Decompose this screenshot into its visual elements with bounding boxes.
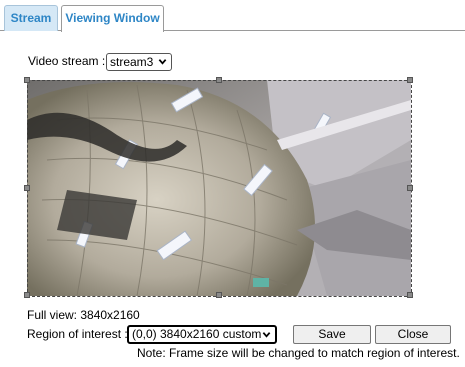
chevron-down-icon <box>262 332 271 338</box>
resize-handle-bottom-right[interactable] <box>407 292 413 298</box>
resize-handle-bottom-middle[interactable] <box>216 292 222 298</box>
viewing-window-page: Stream Viewing Window Video stream : str… <box>0 0 465 367</box>
resize-handle-top-middle[interactable] <box>216 77 222 83</box>
save-button[interactable]: Save <box>293 325 371 344</box>
frame-size-note: Note: Frame size will be changed to matc… <box>137 346 460 360</box>
region-of-interest-value: (0,0) 3840x2160 custom <box>132 327 262 341</box>
tab-bar: Stream Viewing Window <box>0 0 465 32</box>
resize-handle-middle-left[interactable] <box>24 185 30 191</box>
video-viewer[interactable] <box>24 77 413 298</box>
fisheye-video-frame <box>27 80 411 296</box>
resize-handle-bottom-left[interactable] <box>24 292 30 298</box>
video-stream-label: Video stream : <box>28 54 106 68</box>
resize-handle-top-left[interactable] <box>24 77 30 83</box>
region-of-interest-label: Region of interest : <box>27 327 128 341</box>
video-stream-select[interactable]: stream3 <box>106 53 172 71</box>
tab-viewing-window[interactable]: Viewing Window <box>61 5 164 32</box>
region-of-interest-select[interactable]: (0,0) 3840x2160 custom <box>127 325 277 344</box>
close-button[interactable]: Close <box>375 325 451 344</box>
resize-handle-top-right[interactable] <box>407 77 413 83</box>
tab-stream[interactable]: Stream <box>4 5 58 31</box>
resize-handle-middle-right[interactable] <box>407 185 413 191</box>
full-view-text: Full view: 3840x2160 <box>27 308 140 322</box>
video-stream-value: stream3 <box>110 55 154 69</box>
chevron-down-icon <box>158 59 167 65</box>
